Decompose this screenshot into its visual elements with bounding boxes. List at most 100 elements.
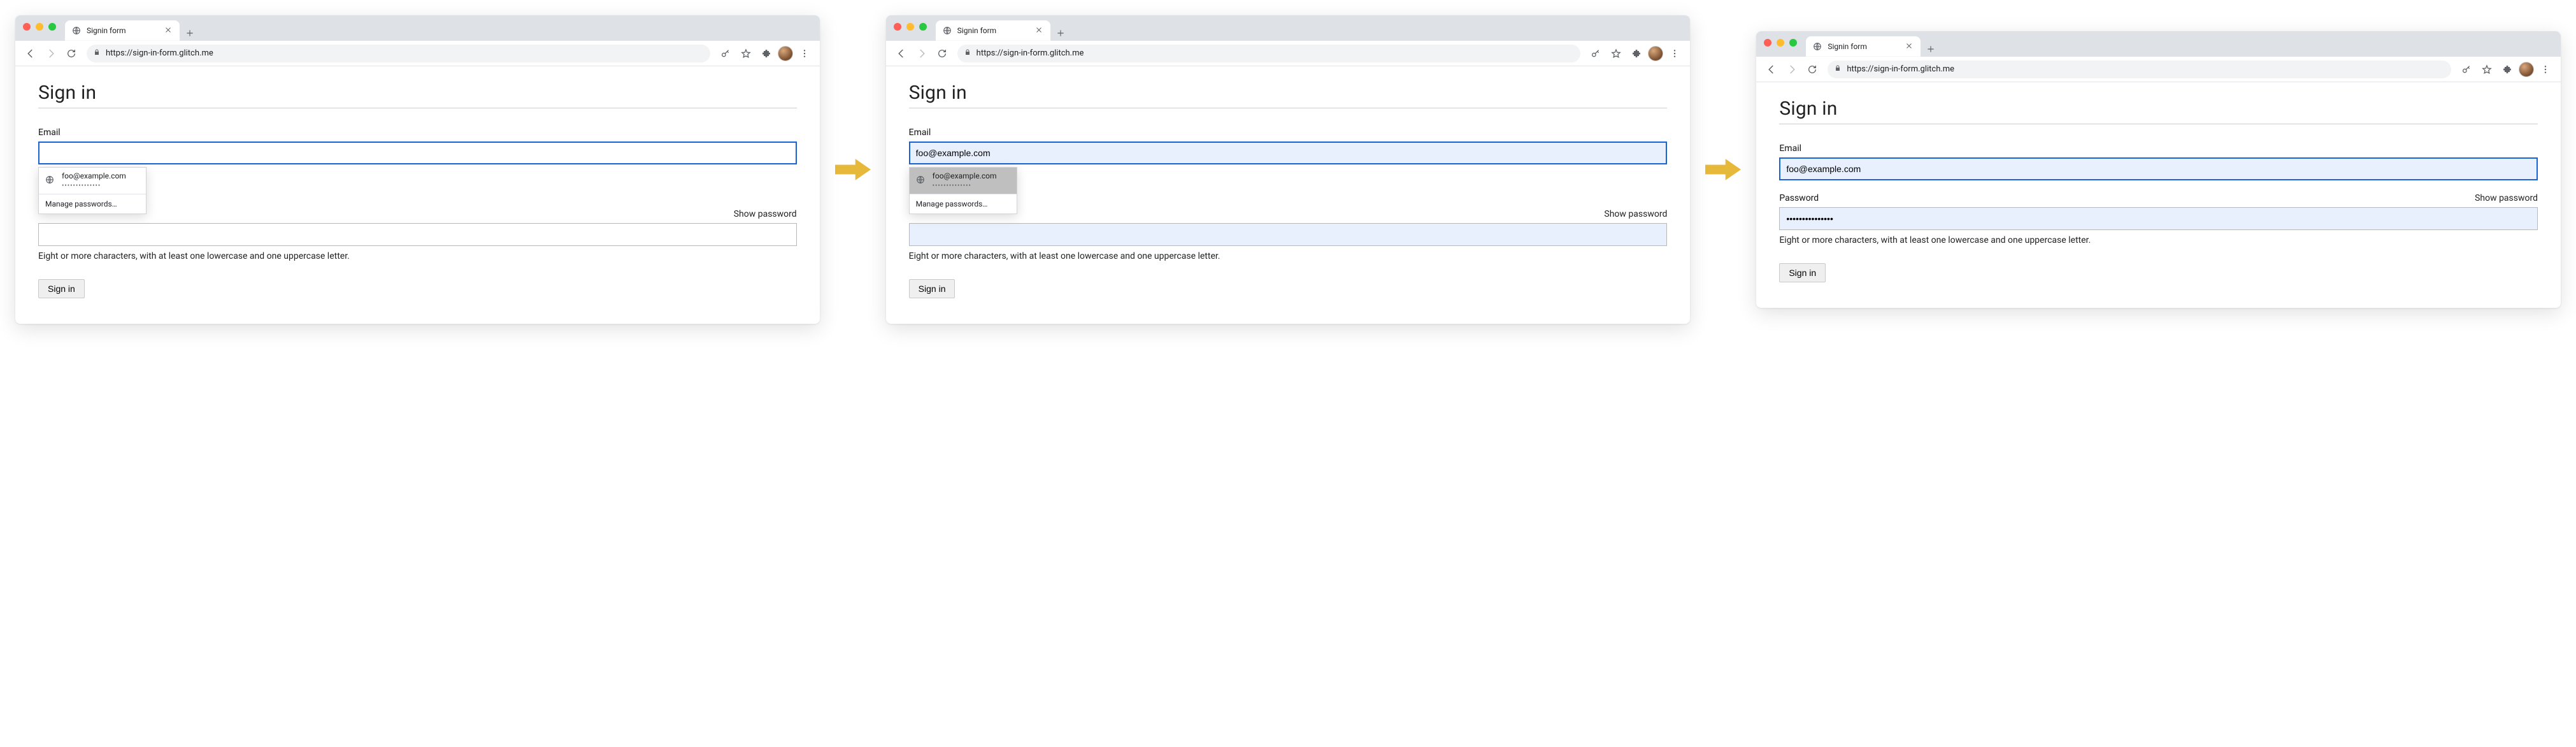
maximize-window-icon[interactable] [48, 23, 56, 31]
window-controls [23, 23, 56, 31]
tab-title: Signin form [957, 26, 1030, 35]
close-window-icon[interactable] [894, 23, 901, 31]
password-hint: Eight or more characters, with at least … [909, 251, 1668, 261]
key-icon[interactable] [1587, 45, 1605, 62]
url-text: https://sign-in-form.glitch.me [1847, 64, 2445, 74]
browser-window-c: Signin form https://sign-in-form.glitch.… [1756, 31, 2561, 308]
menu-icon[interactable] [1666, 45, 1684, 62]
password-field-wrap: Show password Eight or more characters, … [38, 209, 797, 261]
back-button[interactable] [22, 45, 39, 62]
new-tab-button[interactable] [1923, 41, 1938, 57]
profile-avatar[interactable] [2519, 62, 2534, 77]
browser-window-a: Signin form https [15, 15, 820, 324]
menu-icon[interactable] [2537, 61, 2554, 78]
page-title: Sign in [38, 82, 797, 104]
key-icon[interactable] [2458, 61, 2475, 78]
profile-avatar[interactable] [778, 46, 793, 61]
manage-passwords-link[interactable]: Manage passwords… [39, 194, 146, 214]
signin-button[interactable]: Sign in [909, 279, 955, 298]
autofill-email: foo@example.com [62, 171, 126, 182]
minimize-window-icon[interactable] [1777, 39, 1784, 47]
autofill-password-mask: •••••••••••••• [62, 182, 126, 190]
close-tab-icon[interactable] [1905, 42, 1914, 51]
password-input[interactable] [1779, 207, 2538, 230]
globe-icon [45, 175, 55, 186]
url-text: https://sign-in-form.glitch.me [106, 48, 704, 58]
toolbar: https://sign-in-form.glitch.me [886, 41, 1691, 66]
bookmark-icon[interactable] [1607, 45, 1625, 62]
password-hint: Eight or more characters, with at least … [1779, 235, 2538, 245]
tab-strip: Signin form [886, 15, 1691, 41]
maximize-window-icon[interactable] [1789, 39, 1797, 47]
autofill-suggestion[interactable]: foo@example.com •••••••••••••• [39, 168, 146, 194]
show-password-link[interactable]: Show password [734, 209, 797, 219]
new-tab-button[interactable] [182, 25, 197, 41]
email-input[interactable] [909, 141, 1668, 164]
reload-button[interactable] [62, 45, 80, 62]
arrow-b-to-c [1705, 157, 1741, 182]
minimize-window-icon[interactable] [906, 23, 914, 31]
new-tab-button[interactable] [1053, 25, 1068, 41]
tab-title: Signin form [1828, 42, 1900, 51]
maximize-window-icon[interactable] [919, 23, 927, 31]
forward-button[interactable] [913, 45, 931, 62]
autofill-email: foo@example.com [933, 171, 997, 182]
extensions-icon[interactable] [1628, 45, 1645, 62]
forward-button[interactable] [42, 45, 60, 62]
password-label: Password [1779, 193, 1819, 203]
show-password-link[interactable]: Show password [2475, 193, 2538, 203]
password-hint: Eight or more characters, with at least … [38, 251, 797, 261]
email-input[interactable] [38, 141, 797, 164]
key-icon[interactable] [717, 45, 734, 62]
email-input[interactable] [1779, 157, 2538, 180]
signin-button[interactable]: Sign in [1779, 263, 1826, 282]
password-input[interactable] [909, 223, 1668, 246]
menu-icon[interactable] [796, 45, 813, 62]
page-content: Sign in Email Password Show password Eig… [1756, 82, 2561, 308]
reload-button[interactable] [933, 45, 951, 62]
window-controls [894, 23, 927, 31]
show-password-link[interactable]: Show password [1604, 209, 1667, 219]
back-button[interactable] [892, 45, 910, 62]
extensions-icon[interactable] [2498, 61, 2516, 78]
bookmark-icon[interactable] [2478, 61, 2496, 78]
page-title: Sign in [1779, 98, 2538, 120]
email-label: Email [38, 127, 797, 138]
window-controls [1764, 39, 1797, 47]
bookmark-icon[interactable] [737, 45, 755, 62]
email-field-wrap: Email foo@example.com •••••••••••••• Man… [38, 127, 797, 164]
arrow-a-to-b [835, 157, 871, 182]
url-text: https://sign-in-form.glitch.me [977, 48, 1575, 58]
page-title: Sign in [909, 82, 1668, 104]
email-label: Email [909, 127, 1668, 138]
forward-button[interactable] [1783, 61, 1801, 78]
active-tab[interactable]: Signin form [1806, 36, 1921, 57]
profile-avatar[interactable] [1648, 46, 1663, 61]
tab-title: Signin form [87, 26, 159, 35]
autofill-suggestion[interactable]: foo@example.com •••••••••••••• [910, 168, 1017, 194]
toolbar: https://sign-in-form.glitch.me [15, 41, 820, 66]
toolbar: https://sign-in-form.glitch.me [1756, 57, 2561, 82]
browser-window-b: Signin form https://sign-in-form.glitch.… [886, 15, 1691, 324]
globe-icon [1812, 41, 1822, 52]
manage-passwords-link[interactable]: Manage passwords… [910, 194, 1017, 214]
reload-button[interactable] [1803, 61, 1821, 78]
signin-button[interactable]: Sign in [38, 279, 85, 298]
close-tab-icon[interactable] [164, 26, 173, 35]
close-window-icon[interactable] [23, 23, 31, 31]
close-tab-icon[interactable] [1035, 26, 1044, 35]
close-window-icon[interactable] [1764, 39, 1771, 47]
minimize-window-icon[interactable] [36, 23, 43, 31]
back-button[interactable] [1763, 61, 1780, 78]
extensions-icon[interactable] [757, 45, 775, 62]
active-tab[interactable]: Signin form [936, 20, 1050, 41]
address-bar[interactable]: https://sign-in-form.glitch.me [957, 45, 1581, 62]
autofill-password-mask: •••••••••••••• [933, 182, 997, 190]
lock-icon [93, 48, 101, 59]
password-input[interactable] [38, 223, 797, 246]
password-field-wrap: Show password Eight or more characters, … [909, 209, 1668, 261]
active-tab[interactable]: Signin form [65, 20, 180, 41]
address-bar[interactable]: https://sign-in-form.glitch.me [87, 45, 710, 62]
address-bar[interactable]: https://sign-in-form.glitch.me [1828, 61, 2451, 78]
page-content: Sign in Email foo@example.com ••••••••••… [15, 66, 820, 324]
